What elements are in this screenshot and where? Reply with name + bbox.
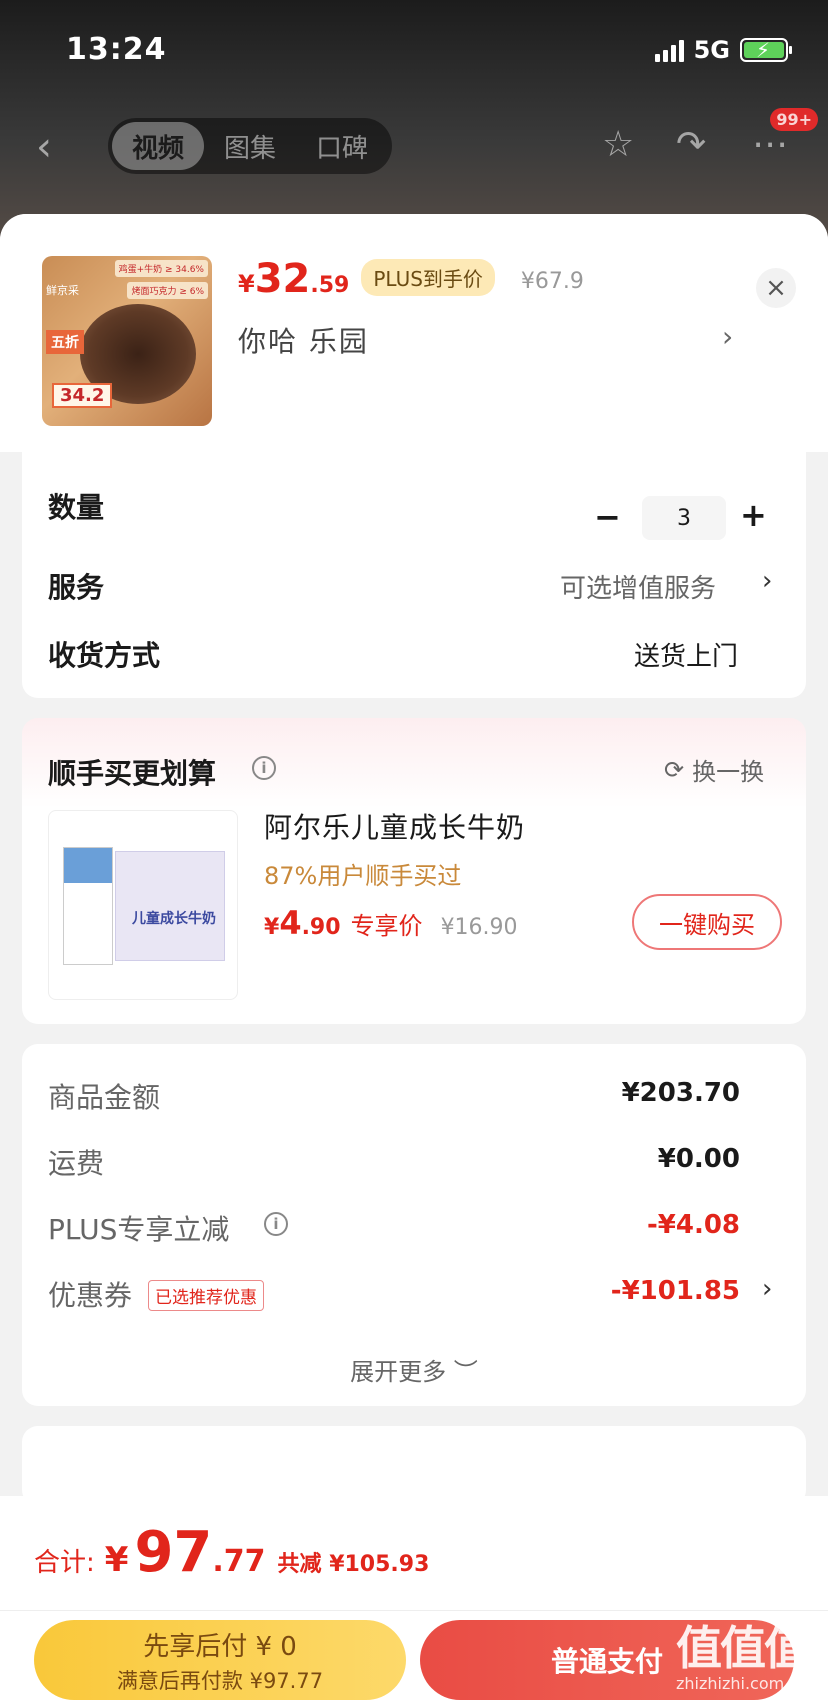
next-card xyxy=(22,1426,806,1506)
total-symbol: ¥ xyxy=(104,1540,129,1580)
addon-price: ¥ 4 .90 专享价 ¥16.90 xyxy=(264,904,518,942)
service-value[interactable]: 可选增值服务 xyxy=(560,568,716,605)
status-time: 13:24 xyxy=(66,32,167,67)
total-integer: 97 xyxy=(134,1520,213,1585)
tab-video[interactable]: 视频 xyxy=(112,122,205,170)
delivery-value[interactable]: 送货上门 xyxy=(634,636,738,673)
thumb-tag: 鸡蛋+牛奶 ≥ 34.6% xyxy=(114,260,208,277)
box-label: 儿童成长牛奶 xyxy=(132,911,216,927)
addon-product-name[interactable]: 阿尔乐儿童成长牛奶 xyxy=(264,806,525,846)
purchase-sheet: 鲜京采 鸡蛋+牛奶 ≥ 34.6% 烤面巧克力 ≥ 6% 五折 34.2 ¥ 3… xyxy=(0,214,828,1704)
price-integer: 4 xyxy=(279,904,302,942)
tab-reviews[interactable]: 口碑 xyxy=(296,122,388,170)
pay-later-label: 先享后付 ¥ 0 xyxy=(143,1631,297,1662)
one-click-buy-button[interactable]: 一键购买 xyxy=(632,894,782,950)
product-header: 鲜京采 鸡蛋+牛奶 ≥ 34.6% 烤面巧克力 ≥ 6% 五折 34.2 ¥ 3… xyxy=(0,214,828,452)
status-indicators: 5G ⚡ xyxy=(654,36,792,64)
goods-amount-label: 商品金额 xyxy=(48,1081,161,1114)
quantity-minus-button[interactable]: − xyxy=(594,498,621,536)
pay-later-sub: 满意后再付款 ¥97.77 xyxy=(116,1668,324,1693)
milk-box: 儿童成长牛奶 xyxy=(115,851,225,961)
expand-more-button[interactable]: 展开更多 ︶ xyxy=(22,1352,806,1387)
top-nav: ‹ 视频 图集 口碑 ☆ ↷ ⋯ 99+ xyxy=(0,108,828,178)
shipping-value: ¥0.00 xyxy=(657,1144,740,1174)
shipping-label: 运费 xyxy=(48,1147,105,1180)
spec-selector[interactable]: 你哈 乐园 xyxy=(238,320,369,360)
close-button[interactable]: × xyxy=(756,268,796,308)
notification-badge: 99+ xyxy=(770,108,818,131)
refresh-label: 换一换 xyxy=(692,758,765,786)
coupon-label: 优惠券 xyxy=(48,1279,133,1312)
battery-icon: ⚡ xyxy=(740,38,792,62)
addon-card: 顺手买更划算 i ⟳ 换一换 儿童成长牛奶 阿尔乐儿童成长牛奶 87%用户顺手买… xyxy=(22,718,806,1024)
chevron-right-icon[interactable]: › xyxy=(762,566,772,596)
coupon-tag: 已选推荐优惠 xyxy=(148,1280,264,1311)
total-price: 合计: ¥ 97 .77 共减 ¥105.93 xyxy=(34,1520,429,1585)
price-summary-card: 商品金额 ¥203.70 运费 ¥0.00 PLUS专享立减 i -¥4.08 … xyxy=(22,1044,806,1406)
chevron-right-icon[interactable]: › xyxy=(762,1274,772,1304)
watermark-logo: 值值值 xyxy=(676,1621,810,1675)
status-bar: 13:24 5G ⚡ xyxy=(0,0,828,100)
quantity-plus-button[interactable]: + xyxy=(740,496,767,534)
star-icon[interactable]: ☆ xyxy=(602,124,634,165)
plus-price-tag: PLUS到手价 xyxy=(361,259,495,296)
watermark-url: zhizhizhi.com xyxy=(676,1674,785,1693)
plus-discount-value: -¥4.08 xyxy=(646,1210,740,1240)
network-label: 5G xyxy=(693,36,730,64)
addon-product-image[interactable]: 儿童成长牛奶 xyxy=(48,810,238,1000)
product-thumbnail: 鲜京采 鸡蛋+牛奶 ≥ 34.6% 烤面巧克力 ≥ 6% 五折 34.2 xyxy=(42,256,212,426)
back-icon[interactable]: ‹ xyxy=(36,124,52,170)
price-symbol: ¥ xyxy=(238,270,255,298)
plus-discount-label: PLUS专享立减 xyxy=(48,1213,230,1246)
tab-gallery[interactable]: 图集 xyxy=(204,122,296,170)
total-saved: 共减 ¥105.93 xyxy=(277,1552,430,1577)
media-tabs: 视频 图集 口碑 xyxy=(108,118,393,174)
price-decimal: .59 xyxy=(310,273,350,298)
delivery-label: 收货方式 xyxy=(48,639,161,672)
goods-amount-value: ¥203.70 xyxy=(621,1078,740,1108)
signal-icon xyxy=(654,38,684,62)
quantity-value: 3 xyxy=(677,505,691,531)
price-symbol: ¥ xyxy=(264,915,280,940)
addon-title: 顺手买更划算 xyxy=(48,757,217,790)
divider xyxy=(0,1610,828,1611)
options-card: 数量 − 3 + 服务 可选增值服务 › 收货方式 送货上门 xyxy=(22,452,806,698)
info-icon[interactable]: i xyxy=(252,756,276,780)
refresh-button[interactable]: ⟳ 换一换 xyxy=(664,752,764,787)
price-decimal: .90 xyxy=(301,915,341,940)
total-label: 合计: xyxy=(34,1548,95,1578)
chevron-right-icon[interactable]: › xyxy=(722,320,733,353)
coupon-value[interactable]: -¥101.85 xyxy=(611,1276,740,1306)
original-price: ¥67.9 xyxy=(520,269,584,294)
quantity-input[interactable]: 3 xyxy=(642,496,726,540)
total-decimal: .77 xyxy=(212,1544,266,1579)
share-icon[interactable]: ↷ xyxy=(676,124,706,165)
refresh-icon: ⟳ xyxy=(664,755,685,784)
price-integer: 32 xyxy=(254,256,311,302)
pay-later-button[interactable]: 先享后付 ¥ 0 满意后再付款 ¥97.77 xyxy=(34,1620,406,1700)
thumb-discount: 五折 xyxy=(46,330,84,354)
milk-carton xyxy=(63,847,113,965)
addon-subtitle: 87%用户顺手买过 xyxy=(264,862,462,890)
quantity-label: 数量 xyxy=(48,491,105,524)
thumb-brand: 鲜京采 xyxy=(46,284,79,297)
thumb-price: 34.2 xyxy=(52,383,113,408)
thumb-tag: 烤面巧克力 ≥ 6% xyxy=(127,282,208,299)
product-price: ¥ 32 .59 PLUS到手价 ¥67.9 xyxy=(238,256,584,302)
info-icon[interactable]: i xyxy=(264,1212,288,1236)
original-price: ¥16.90 xyxy=(440,915,518,940)
normal-pay-label: 普通支付 xyxy=(550,1645,663,1678)
service-label: 服务 xyxy=(48,571,105,604)
exclusive-price-label: 专享价 xyxy=(350,912,423,940)
